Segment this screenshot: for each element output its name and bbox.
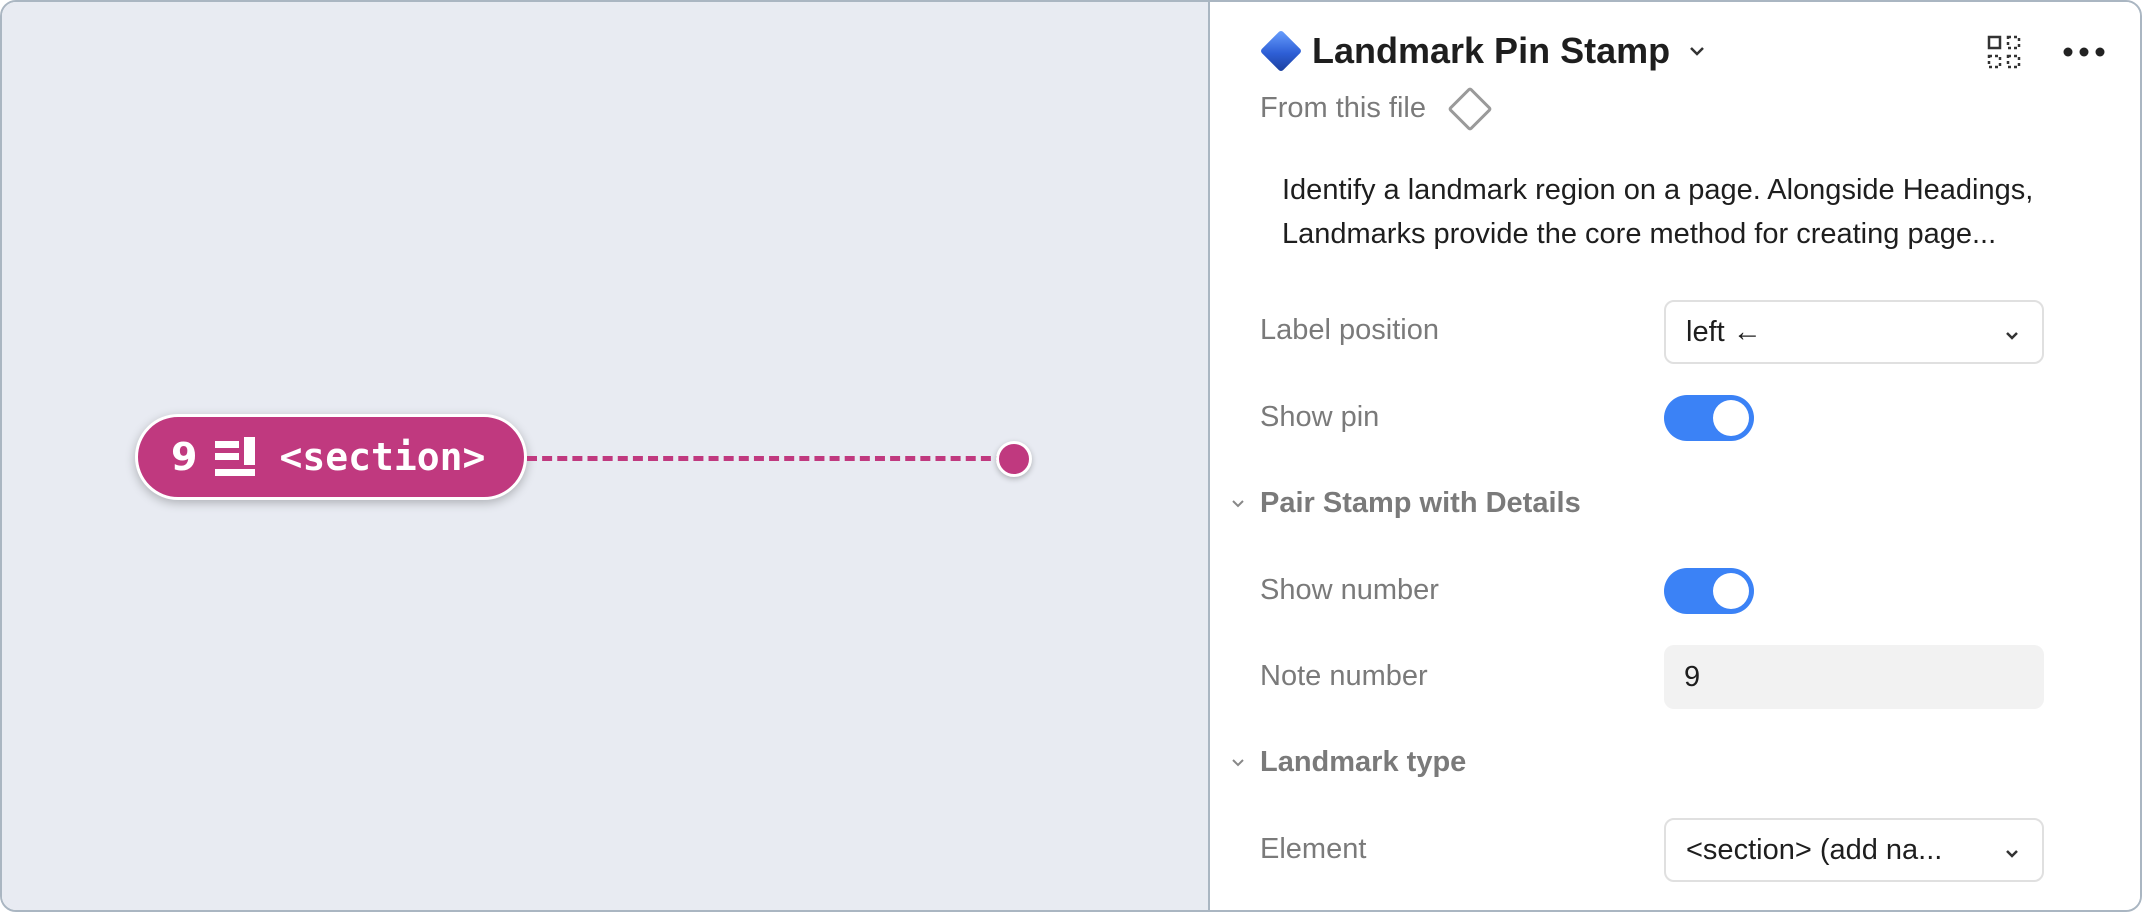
chevron-down-icon[interactable] <box>1688 45 1706 57</box>
chevron-down-icon <box>1230 499 1260 509</box>
element-value: <section> (add na... <box>1686 833 1943 866</box>
label-position-label: Label position <box>1260 314 1439 346</box>
show-number-toggle[interactable] <box>1664 568 1754 614</box>
component-description: Identify a landmark region on a page. Al… <box>1282 174 2034 250</box>
source-label: From this file <box>1260 92 1426 124</box>
label-position-select[interactable]: left ← <box>1664 300 2044 364</box>
stamp-tag: <section> <box>279 435 486 479</box>
toggle-knob <box>1713 400 1749 436</box>
note-number-input[interactable]: 9 <box>1664 645 2044 709</box>
more-icon[interactable] <box>2062 46 2106 58</box>
outline-diamond-icon[interactable] <box>1447 85 1493 132</box>
element-label: Element <box>1260 833 1367 865</box>
component-source: From this file <box>1260 85 1493 132</box>
chevron-down-icon <box>2004 834 2020 867</box>
instance-icon[interactable] <box>1986 34 2022 70</box>
app-window: 9 <section> Landmark Pin Stamp From this… <box>0 0 2142 912</box>
toggle-knob <box>1713 573 1749 609</box>
stamp-number: 9 <box>171 435 198 479</box>
landmark-pin-stamp[interactable]: 9 <section> <box>135 414 527 500</box>
label-position-value: left ← <box>1686 315 1762 348</box>
diamond-icon <box>1259 29 1303 73</box>
pin-connector-line <box>527 456 1006 461</box>
show-pin-toggle[interactable] <box>1664 395 1754 441</box>
show-number-label: Show number <box>1260 574 1439 606</box>
landmark-type-section-title: Landmark type <box>1260 746 1467 778</box>
show-pin-label: Show pin <box>1260 401 1380 433</box>
design-canvas[interactable]: 9 <section> <box>2 2 1210 910</box>
component-header[interactable]: Landmark Pin Stamp <box>1259 26 1706 76</box>
chevron-down-icon <box>1230 758 1260 768</box>
landmark-type-section-header[interactable]: Landmark type <box>1230 746 1466 779</box>
pair-stamp-section-title: Pair Stamp with Details <box>1260 487 1581 519</box>
component-title: Landmark Pin Stamp <box>1312 30 1671 71</box>
pin-dot[interactable] <box>996 441 1032 477</box>
note-number-value: 9 <box>1684 660 1701 693</box>
section-icon <box>213 435 259 479</box>
pair-stamp-section-header[interactable]: Pair Stamp with Details <box>1230 487 1581 520</box>
element-select[interactable]: <section> (add na... <box>1664 818 2044 882</box>
properties-panel: Landmark Pin Stamp From this file Identi… <box>1210 2 2140 910</box>
chevron-down-icon <box>2004 316 2020 349</box>
note-number-label: Note number <box>1260 660 1428 692</box>
